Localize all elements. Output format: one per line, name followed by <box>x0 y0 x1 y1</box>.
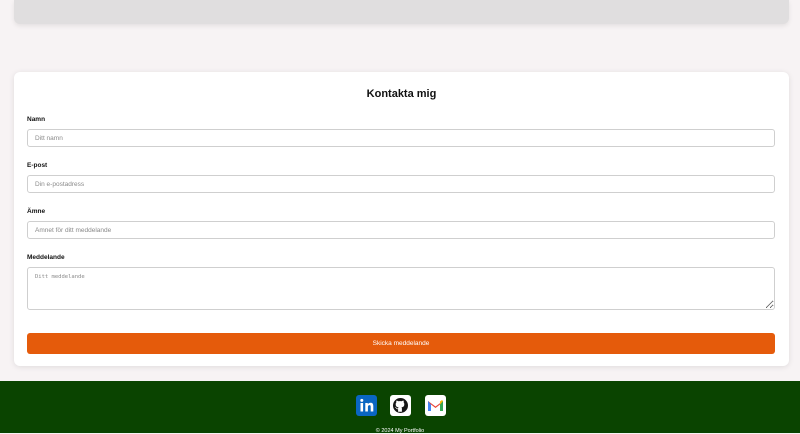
message-label: Meddelande <box>27 254 65 261</box>
name-label: Namn <box>27 116 46 123</box>
footer: © 2024 My Portfolio <box>0 381 800 434</box>
name-input[interactable] <box>27 129 775 147</box>
email-label: E-post <box>27 162 48 169</box>
linkedin-link[interactable] <box>356 395 377 416</box>
gmail-link[interactable] <box>425 395 446 416</box>
subject-input[interactable] <box>27 221 775 239</box>
subject-label: Ämne <box>27 208 46 215</box>
gmail-icon <box>425 395 446 416</box>
linkedin-icon <box>356 395 377 416</box>
message-textarea[interactable] <box>27 267 775 310</box>
github-icon <box>390 395 411 416</box>
github-link[interactable] <box>390 395 411 416</box>
submit-button[interactable]: Skicka meddelande <box>27 333 775 354</box>
copyright-text: © 2024 My Portfolio <box>375 428 425 434</box>
email-input[interactable] <box>27 175 775 193</box>
top-section-card <box>14 0 789 24</box>
contact-form-card: Kontakta mig Namn E-post Ämne Meddelande… <box>14 72 789 366</box>
form-title: Kontakta mig <box>366 88 437 100</box>
